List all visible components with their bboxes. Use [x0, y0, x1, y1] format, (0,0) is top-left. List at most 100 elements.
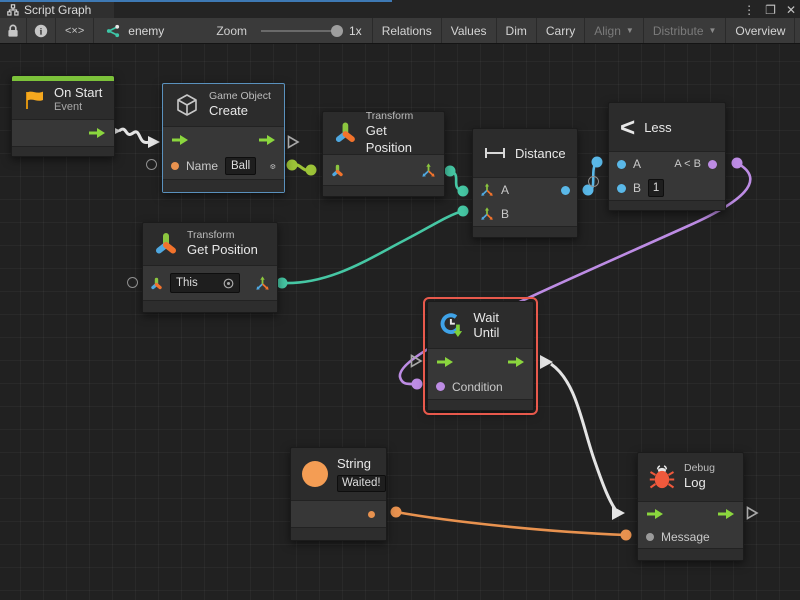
wire-endpoint [621, 530, 632, 541]
port-a-label: A [501, 183, 509, 197]
less-output-port[interactable] [708, 160, 717, 169]
window-controls: ⋮ ❐ ✕ [743, 1, 796, 18]
node-debug-log[interactable]: Debug Log Message [637, 452, 744, 561]
flag-icon [23, 89, 45, 111]
node-string[interactable]: String Waited! [290, 447, 387, 541]
relations-button[interactable]: Relations [373, 18, 442, 43]
node-title: Wait Until [473, 310, 522, 340]
node-distance[interactable]: Distance A [472, 128, 578, 238]
name-port-label: Name [186, 159, 218, 173]
overview-button[interactable]: Overview [726, 18, 795, 43]
inspect-code-button[interactable]: <×> [56, 18, 94, 43]
distribute-label: Distribute [653, 24, 704, 38]
wire-string-log[interactable] [396, 512, 626, 535]
wire-getposition-distance-b[interactable] [282, 211, 463, 283]
wire-endpoint [458, 206, 469, 217]
string-output-port[interactable] [368, 511, 375, 518]
node-title: Log [684, 475, 715, 491]
exec-input-port[interactable] [171, 134, 189, 146]
gameobject-output-port[interactable] [270, 160, 276, 173]
node-title: Create [209, 103, 271, 119]
port-a-label: A [633, 157, 641, 171]
full-screen-button[interactable]: Full Screen [795, 18, 800, 43]
wait-until-icon [439, 310, 465, 340]
maximize-icon[interactable]: ❐ [765, 3, 776, 17]
node-wait-until[interactable]: Wait Until Condition [427, 301, 534, 411]
less-input-a-port[interactable] [617, 160, 626, 169]
transform-input-port[interactable] [150, 277, 163, 290]
node-group: Debug [684, 462, 715, 475]
exec-output-port[interactable] [88, 127, 106, 139]
wire-endpoint [458, 186, 469, 197]
graph-info-section: enemy Zoom 1x [94, 18, 372, 43]
exec-output-port[interactable] [258, 134, 276, 146]
exec-input-port[interactable] [436, 356, 454, 368]
unity-script-graph-window: Script Graph ⋮ ❐ ✕ i <×> [0, 0, 800, 600]
dim-button[interactable]: Dim [497, 18, 537, 43]
string-icon [302, 461, 328, 487]
node-title: Less [644, 120, 671, 135]
tab-title: Script Graph [24, 3, 91, 17]
carry-button[interactable]: Carry [537, 18, 585, 43]
wire-endpoint [391, 507, 402, 518]
b-value-field[interactable]: 1 [648, 179, 664, 197]
object-picker-icon[interactable] [223, 278, 234, 289]
wire-arrowhead [612, 506, 625, 520]
node-get-position-top[interactable]: Transform Get Position [322, 111, 445, 197]
vector3-output-port[interactable] [421, 163, 436, 178]
less-input-b-port[interactable] [617, 184, 626, 193]
target-field-value: This [176, 277, 219, 289]
node-less[interactable]: < Less A A < B B 1 [608, 102, 726, 211]
port-b-label: B [633, 181, 641, 195]
info-button[interactable]: i [27, 18, 56, 43]
name-input-port[interactable] [171, 162, 179, 170]
node-get-position-bottom[interactable]: Transform Get Position This [142, 222, 278, 313]
values-button[interactable]: Values [442, 18, 497, 43]
transform-input-port[interactable] [331, 164, 344, 177]
lock-button[interactable] [0, 18, 27, 43]
node-title: Get Position [187, 242, 258, 258]
wire-endpoint [412, 379, 423, 390]
zoom-value: 1x [349, 24, 362, 38]
exec-input-port[interactable] [646, 508, 664, 520]
wire-endpoint [592, 157, 603, 168]
distance-output-port[interactable] [561, 186, 570, 195]
wire-endpoint [306, 165, 317, 176]
tab-script-graph[interactable]: Script Graph [0, 2, 114, 18]
vector3-input-port[interactable] [480, 183, 494, 197]
wire-endpoint [287, 160, 298, 171]
align-dropdown[interactable]: Align ▼ [585, 18, 644, 43]
close-icon[interactable]: ✕ [786, 3, 796, 17]
string-value-field[interactable]: Waited! [337, 475, 386, 492]
vector3-input-port[interactable] [480, 207, 494, 221]
target-field[interactable]: This [170, 273, 240, 293]
zoom-label: Zoom [216, 24, 247, 38]
port-b-label: B [501, 207, 509, 221]
info-icon: i [34, 24, 48, 38]
node-group: Transform [366, 110, 433, 123]
exec-output-port[interactable] [717, 508, 735, 520]
node-title: On Start [54, 85, 102, 101]
zoom-slider-handle[interactable] [331, 25, 343, 37]
zoom-slider[interactable] [261, 30, 341, 32]
wire-onstart-create[interactable] [119, 129, 149, 142]
message-input-port[interactable] [646, 533, 654, 541]
node-on-start[interactable]: On Start Event [11, 75, 115, 157]
more-icon[interactable]: ⋮ [743, 3, 755, 17]
exec-output-port[interactable] [507, 356, 525, 368]
wire-endpoint [732, 158, 743, 169]
graph-reference-icon [104, 24, 120, 38]
condition-input-port[interactable] [436, 382, 445, 391]
transform-icon [334, 121, 357, 145]
distribute-dropdown[interactable]: Distribute ▼ [644, 18, 727, 43]
wire-endpoint [277, 278, 288, 289]
name-field[interactable]: Ball [225, 157, 256, 175]
wire-endpoint [445, 166, 456, 177]
vector3-output-port[interactable] [255, 276, 270, 291]
output-label: A < B [674, 158, 701, 170]
node-create[interactable]: Game Object Create Name Ball [162, 83, 285, 193]
wire-waituntil-log[interactable] [551, 364, 615, 509]
distance-icon [484, 147, 506, 159]
wire-arrowhead [148, 136, 160, 148]
game-object-cube-icon [174, 92, 200, 118]
